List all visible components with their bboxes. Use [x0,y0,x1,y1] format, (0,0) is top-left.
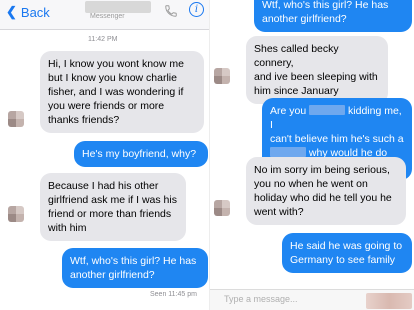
contact-name-redacted [85,1,151,13]
chevron-left-icon: ❮ [6,4,17,19]
phone-icon[interactable] [164,4,178,18]
left-conversation-panel: ❮ Back Messenger i 11:42 PM Hi, I know y… [0,0,210,310]
blurred-keyboard-area [366,293,412,309]
avatar [214,68,230,84]
info-glyph: i [194,4,199,15]
back-label: Back [20,4,50,20]
message-bubble-incoming: Shes called becky connery, and ive been … [246,36,388,104]
message-bubble-outgoing: Wtf, who's this girl? He has another gir… [62,248,208,288]
message-input-bar: Type a message... [210,289,414,310]
avatar [214,200,230,216]
info-icon[interactable]: i [189,2,204,17]
seen-status: Seen 11:45 pm [150,291,197,298]
timestamp: 11:42 PM [88,36,118,43]
message-input[interactable]: Type a message... [224,294,298,304]
message-bubble-outgoing: Wtf, who's this girl? He has another gir… [254,0,412,32]
message-text-part: Are you [270,105,307,117]
nav-bar: ❮ Back Messenger i [0,0,210,30]
message-bubble-incoming: No im sorry im being serious, you no whe… [246,157,406,225]
avatar [8,111,24,127]
avatar [8,206,24,222]
back-button[interactable]: ❮ Back [6,3,50,21]
nav-subtitle: Messenger [90,13,125,20]
message-bubble-outgoing: He's my boyfriend, why? [74,141,208,167]
redaction-block [270,147,306,157]
message-bubble-outgoing: He said he was going to Germany to see f… [282,233,412,273]
right-conversation-panel: Wtf, who's this girl? He has another gir… [210,0,414,310]
message-bubble-incoming: Hi, I know you wont know me but I know y… [40,51,204,133]
redaction-block [309,105,346,115]
message-bubble-incoming: Because I had his other girlfriend ask m… [40,173,186,241]
